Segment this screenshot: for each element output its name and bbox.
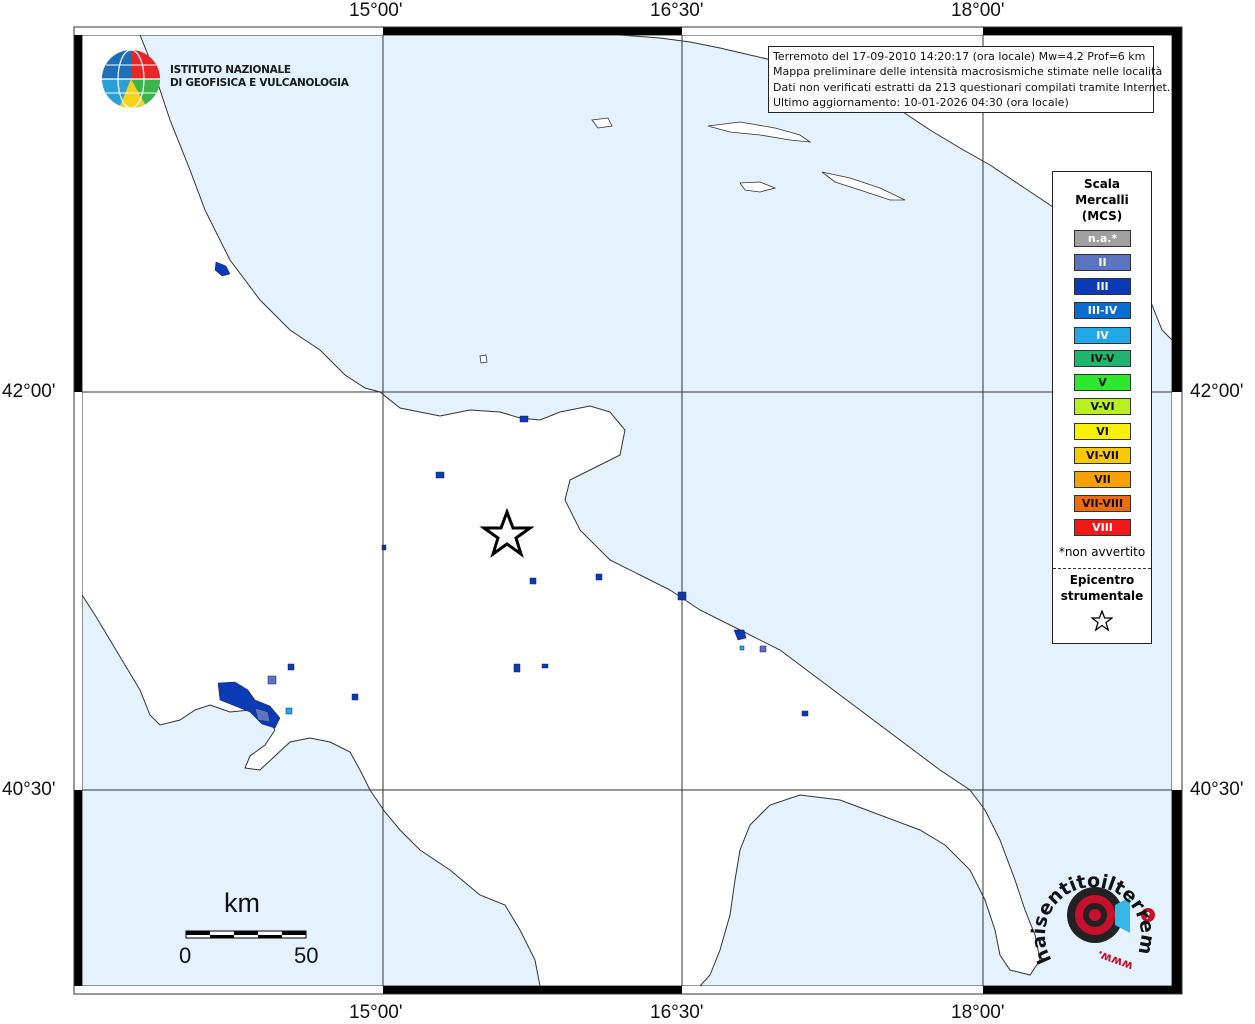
legend-swatch: II — [1074, 254, 1131, 271]
hsit-logo: ? haisentitoilterremoto.it www. — [1023, 838, 1170, 985]
info-line-2: Mappa preliminare delle intensità macros… — [773, 65, 1163, 79]
legend-swatch: V-VI — [1074, 398, 1131, 415]
tick-top-2: 16°30' — [650, 0, 704, 21]
scale-bar — [185, 930, 307, 939]
island-5 — [479, 354, 488, 364]
tick-left-1: 42°00' — [2, 381, 56, 402]
legend-title: Scala Mercalli (MCS) — [1075, 177, 1129, 223]
legend-swatch: VI-VII — [1074, 447, 1131, 464]
ingv-name: ISTITUTO NAZIONALE DI GEOFISICA E VULCAN… — [170, 64, 349, 89]
ingv-logo: ISTITUTO NAZIONALE DI GEOFISICA E VULCAN… — [100, 48, 349, 110]
event-info-box: Terremoto del 17-09-2010 14:20:17 (ora l… — [768, 46, 1171, 114]
legend-swatch: VII-VIII — [1074, 495, 1131, 512]
hsit-www: www. — [1095, 948, 1135, 974]
info-line-3: Dati non verificati estratti da 213 ques… — [773, 80, 1171, 94]
scale-bar-max: 50 — [294, 943, 319, 968]
tick-bottom-3: 18°00' — [951, 1002, 1005, 1023]
tick-top-3: 18°00' — [951, 0, 1005, 21]
legend-divider — [1053, 568, 1151, 569]
legend-epicenter-label: Epicentro strumentale — [1060, 573, 1144, 603]
info-line-4: Ultimo aggiornamento: 10-01-2026 04:30 (… — [773, 95, 1069, 109]
tick-right-2: 40°30' — [1190, 779, 1244, 800]
legend-note: *non avvertito — [1058, 545, 1146, 559]
tick-top-1: 15°00' — [349, 0, 403, 21]
tick-left-2: 40°30' — [2, 779, 56, 800]
legend-swatch: VI — [1074, 423, 1131, 440]
tick-bottom-2: 16°30' — [650, 1002, 704, 1023]
legend-swatch: n.a.* — [1074, 230, 1131, 247]
legend-swatch: IV — [1074, 327, 1131, 344]
mcs-legend: Scala Mercalli (MCS) n.a.* II III III-IV… — [1052, 171, 1152, 644]
tick-bottom-1: 15°00' — [349, 1002, 403, 1023]
legend-swatch: V — [1074, 374, 1131, 391]
legend-swatch: III — [1074, 278, 1131, 295]
scale-bar-unit: km — [224, 888, 260, 918]
legend-swatch: IV-V — [1074, 350, 1131, 367]
legend-swatch: VIII — [1074, 519, 1131, 536]
info-line-1: Terremoto del 17-09-2010 14:20:17 (ora l… — [773, 50, 1146, 63]
globe-icon — [102, 49, 160, 109]
legend-swatch: VII — [1074, 471, 1131, 488]
scale-bar-min: 0 — [179, 943, 192, 968]
tick-right-1: 42°00' — [1190, 381, 1244, 402]
legend-swatch: III-IV — [1074, 302, 1131, 319]
star-icon — [1091, 610, 1113, 632]
